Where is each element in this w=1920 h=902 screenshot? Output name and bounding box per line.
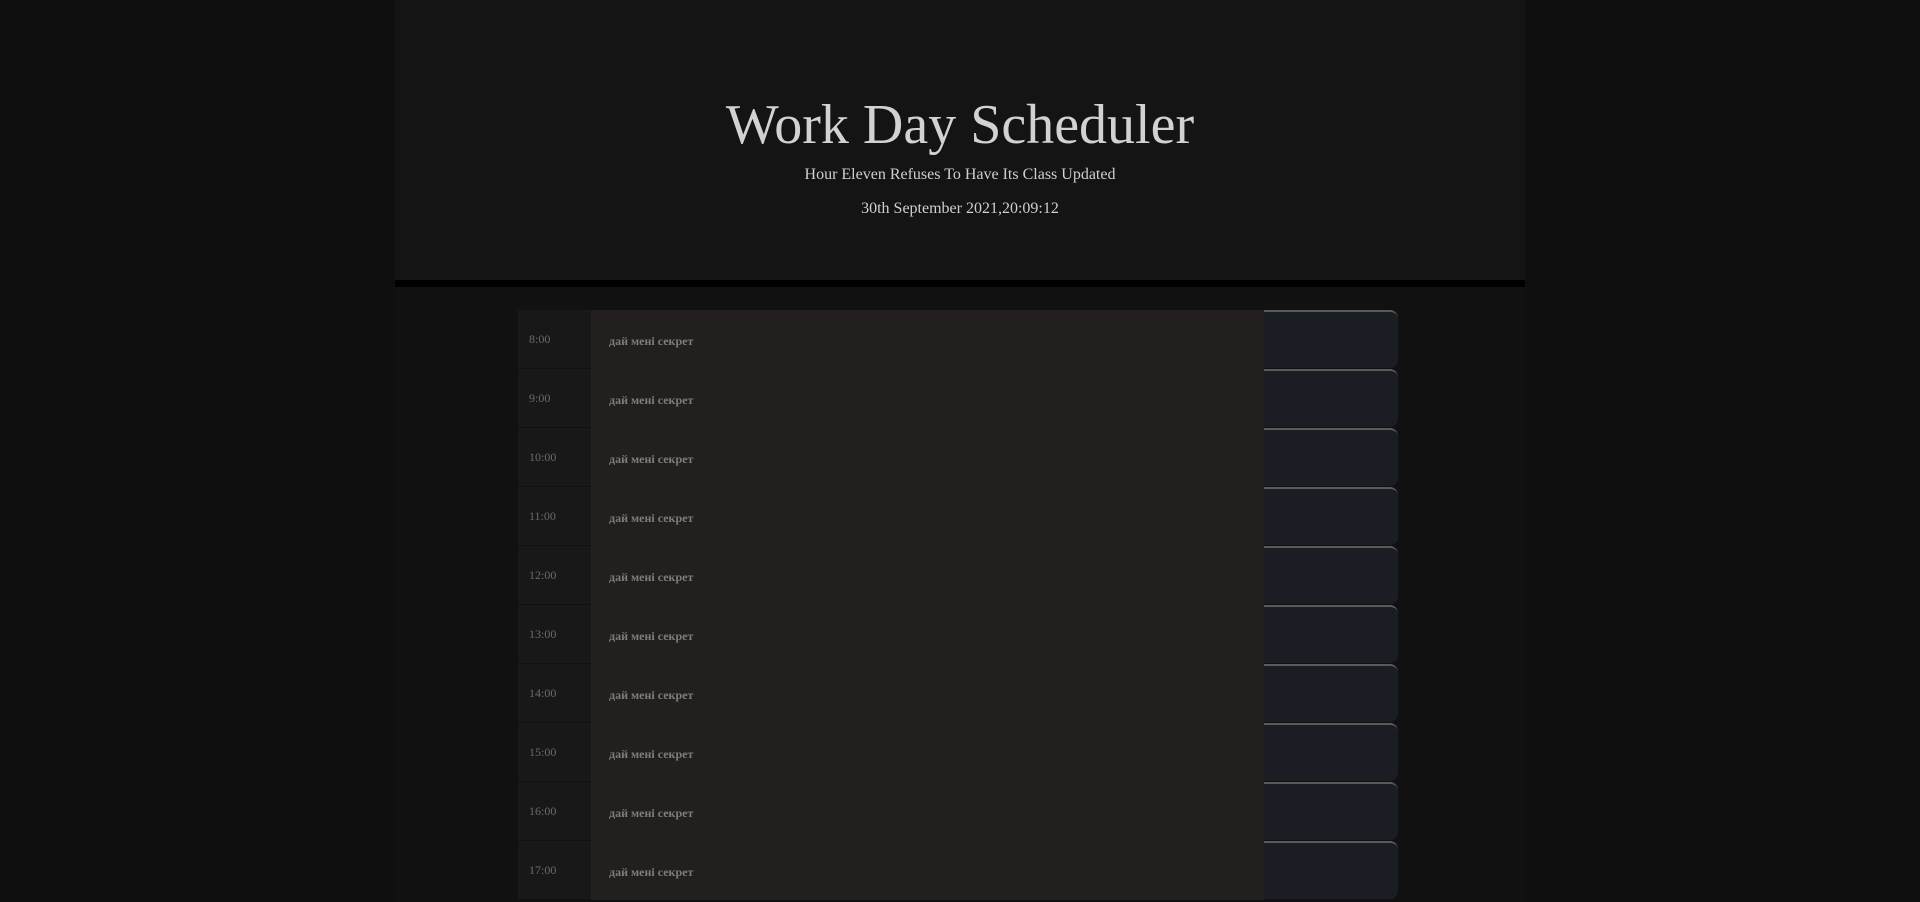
save-button[interactable] — [1264, 841, 1398, 899]
hour-label: 10:00 — [518, 428, 591, 487]
time-block-row: 11:00 — [518, 487, 1398, 546]
description-input[interactable] — [591, 369, 1264, 428]
hour-label: 12:00 — [518, 546, 591, 605]
description-input[interactable] — [591, 605, 1264, 664]
hour-label: 8:00 — [518, 310, 591, 369]
time-block-row: 8:00 — [518, 310, 1398, 369]
page-subtitle: Hour Eleven Refuses To Have Its Class Up… — [804, 166, 1116, 183]
page: Work Day Scheduler Hour Eleven Refuses T… — [395, 0, 1525, 902]
save-button[interactable] — [1264, 723, 1398, 781]
time-block-row: 10:00 — [518, 428, 1398, 487]
description-input[interactable] — [591, 723, 1264, 782]
save-button[interactable] — [1264, 546, 1398, 604]
hour-label: 14:00 — [518, 664, 591, 723]
hour-text: 11:00 — [529, 509, 556, 523]
hour-label: 9:00 — [518, 369, 591, 428]
save-button[interactable] — [1264, 428, 1398, 486]
hour-text: 13:00 — [529, 627, 557, 641]
hour-label: 15:00 — [518, 723, 591, 782]
description-input[interactable] — [591, 664, 1264, 723]
hour-label: 13:00 — [518, 605, 591, 664]
description-cell — [591, 782, 1264, 841]
hour-text: 16:00 — [529, 804, 557, 818]
time-block-row: 16:00 — [518, 782, 1398, 841]
description-cell — [591, 605, 1264, 664]
save-button[interactable] — [1264, 664, 1398, 722]
hour-text: 9:00 — [529, 391, 551, 405]
save-button[interactable] — [1264, 782, 1398, 840]
hour-text: 15:00 — [529, 745, 557, 759]
save-button[interactable] — [1264, 605, 1398, 663]
time-block-row: 13:00 — [518, 605, 1398, 664]
time-block-row: 15:00 — [518, 723, 1398, 782]
save-button[interactable] — [1264, 487, 1398, 545]
schedule-container: 8:00 9:00 10:00 11:00 12:00 13:00 — [518, 310, 1398, 900]
page-title: Work Day Scheduler — [725, 94, 1195, 156]
current-datetime: 30th September 2021,20:09:12 — [861, 200, 1059, 217]
description-cell — [591, 487, 1264, 546]
description-input[interactable] — [591, 487, 1264, 546]
hour-text: 10:00 — [529, 450, 557, 464]
hour-label: 16:00 — [518, 782, 591, 841]
time-block-row: 9:00 — [518, 369, 1398, 428]
hour-text: 8:00 — [529, 332, 551, 346]
hour-label: 17:00 — [518, 841, 591, 900]
description-input[interactable] — [591, 310, 1264, 369]
description-input[interactable] — [591, 782, 1264, 841]
description-cell — [591, 428, 1264, 487]
time-block-row: 14:00 — [518, 664, 1398, 723]
hour-text: 12:00 — [529, 568, 557, 582]
save-button[interactable] — [1264, 310, 1398, 368]
hour-label: 11:00 — [518, 487, 591, 546]
hour-text: 17:00 — [529, 863, 557, 877]
description-input[interactable] — [591, 841, 1264, 900]
description-cell — [591, 369, 1264, 428]
description-cell — [591, 664, 1264, 723]
hour-text: 14:00 — [529, 686, 557, 700]
save-button[interactable] — [1264, 369, 1398, 427]
description-cell — [591, 841, 1264, 900]
time-block-row: 17:00 — [518, 841, 1398, 900]
description-cell — [591, 546, 1264, 605]
description-cell — [591, 310, 1264, 369]
time-block-row: 12:00 — [518, 546, 1398, 605]
description-input[interactable] — [591, 428, 1264, 487]
description-cell — [591, 723, 1264, 782]
description-input[interactable] — [591, 546, 1264, 605]
header-jumbotron: Work Day Scheduler Hour Eleven Refuses T… — [395, 0, 1525, 287]
